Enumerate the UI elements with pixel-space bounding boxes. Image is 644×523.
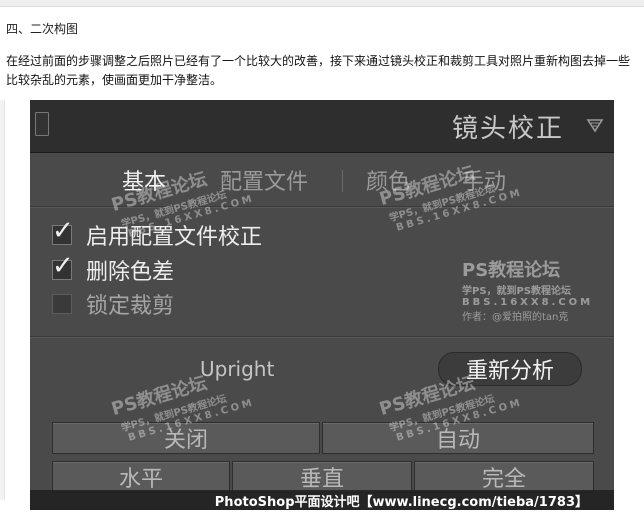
- checkbox-box[interactable]: ✓: [52, 218, 74, 245]
- article-paragraph: 在经过前面的步骤调整之后照片已经有了一个比较大的改善，接下来通过镜头校正和裁剪工…: [6, 54, 631, 87]
- lens-correction-tabs: 基本 配置文件 颜色 手动: [30, 158, 614, 202]
- checkbox-box[interactable]: ✓: [52, 253, 74, 280]
- tab-basic[interactable]: 基本: [122, 164, 166, 196]
- tab-color[interactable]: 颜色: [366, 164, 410, 196]
- checkbox-label: 锁定裁剪: [86, 294, 175, 319]
- footer-credit: PhotoShop平面设计吧【www.linecg.com/tieba/1783…: [214, 495, 588, 510]
- checkbox-constrain-crop[interactable]: 锁定裁剪: [52, 289, 174, 319]
- upright-vertical-button[interactable]: 垂直: [232, 461, 412, 493]
- panel-toggle-switch[interactable]: [35, 112, 49, 136]
- upright-level-button[interactable]: 水平: [52, 461, 230, 493]
- tab-separator: [342, 170, 343, 192]
- checkbox-label: 启用配置文件校正: [86, 225, 263, 250]
- browser-top-edge: [0, 0, 644, 7]
- checkbox-box[interactable]: [52, 294, 72, 314]
- upright-auto-button[interactable]: 自动: [322, 422, 594, 454]
- watermark-author: PS教程论坛 学PS，就到PS教程论坛 BBS.16XX8.COM 作者：@爱拍…: [462, 260, 594, 323]
- upright-off-button[interactable]: 关闭: [52, 422, 320, 454]
- reanalyze-button[interactable]: 重新分析: [438, 352, 582, 386]
- upright-full-button[interactable]: 完全: [414, 461, 594, 493]
- tab-manual[interactable]: 手动: [462, 164, 506, 196]
- checkmark-icon: ✓: [52, 216, 74, 246]
- checkbox-label: 删除色差: [86, 260, 175, 285]
- section-title: 四、二次构图: [6, 22, 79, 36]
- collapse-triangle-icon[interactable]: [586, 116, 604, 134]
- tab-profile[interactable]: 配置文件: [220, 164, 308, 196]
- footer-bar: PhotoShop平面设计吧【www.linecg.com/tieba/1783…: [30, 490, 614, 510]
- tabs-divider: [30, 206, 614, 208]
- lens-correction-screenshot: 镜头校正 基本 配置文件 颜色 手动 ✓ 启用配置文件校正 ✓ 删除色差 锁定裁…: [30, 100, 614, 510]
- upright-label: Upright: [200, 357, 275, 381]
- checkbox-remove-chromatic-aberration[interactable]: ✓ 删除色差: [52, 253, 175, 285]
- checkbox-enable-profile-correction[interactable]: ✓ 启用配置文件校正: [52, 218, 263, 250]
- panel-header: 镜头校正: [30, 100, 614, 153]
- left-scroll-edge: [0, 100, 5, 500]
- checkmark-icon: ✓: [52, 251, 74, 281]
- upright-divider: [30, 336, 614, 338]
- panel-title: 镜头校正: [451, 114, 564, 144]
